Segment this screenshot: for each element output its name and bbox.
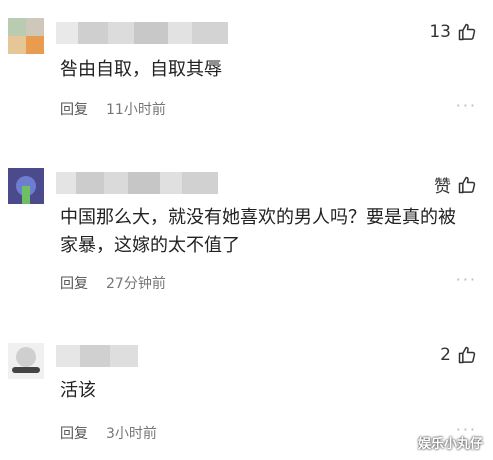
comment-time: 3小时前 — [106, 426, 157, 442]
reply-button[interactable]: 回复 — [60, 273, 88, 293]
username-blurred[interactable] — [56, 345, 138, 367]
reply-button[interactable]: 回复 — [60, 423, 88, 443]
username-blurred[interactable] — [56, 22, 228, 44]
comment-text: 中国那么大，就没有她喜欢的男人吗？要是真的被家暴，这嫁的太不值了 — [60, 207, 456, 256]
reply-button[interactable]: 回复 — [60, 99, 88, 119]
comment-meta: 回复 27分钟前 — [60, 273, 166, 293]
watermark: 娱乐小丸仔 — [417, 437, 483, 452]
comment-meta: 回复 11小时前 — [60, 99, 166, 119]
comment-time: 11小时前 — [106, 102, 166, 118]
thumbs-up-icon — [458, 346, 476, 364]
more-dots-icon[interactable]: ··· — [456, 96, 477, 115]
avatar[interactable] — [8, 18, 44, 54]
like-button[interactable]: 13 — [429, 22, 477, 42]
more-dots-icon[interactable]: ··· — [456, 270, 477, 289]
thumbs-up-icon — [458, 23, 476, 41]
like-count: 2 — [440, 345, 451, 365]
like-count: 13 — [429, 22, 451, 42]
thumbs-up-icon — [458, 176, 476, 193]
avatar[interactable] — [8, 168, 44, 204]
avatar[interactable] — [8, 343, 44, 379]
comment-text: 咎由自取，自取其辱 — [60, 59, 222, 80]
like-button[interactable]: 2 — [440, 345, 477, 365]
username-blurred[interactable] — [56, 172, 218, 194]
comment-meta: 回复 3小时前 — [60, 423, 157, 443]
comment-text: 活该 — [60, 380, 96, 401]
like-button[interactable]: 赞 — [434, 172, 477, 197]
comment-time: 27分钟前 — [106, 276, 166, 292]
like-label: 赞 — [434, 177, 451, 197]
comment-item: 13 咎由自取，自取其辱 回复 11小时前 ··· — [0, 0, 493, 125]
comment-item: 赞 中国那么大，就没有她喜欢的男人吗？要是真的被家暴，这嫁的太不值了 回复 27… — [0, 160, 493, 300]
